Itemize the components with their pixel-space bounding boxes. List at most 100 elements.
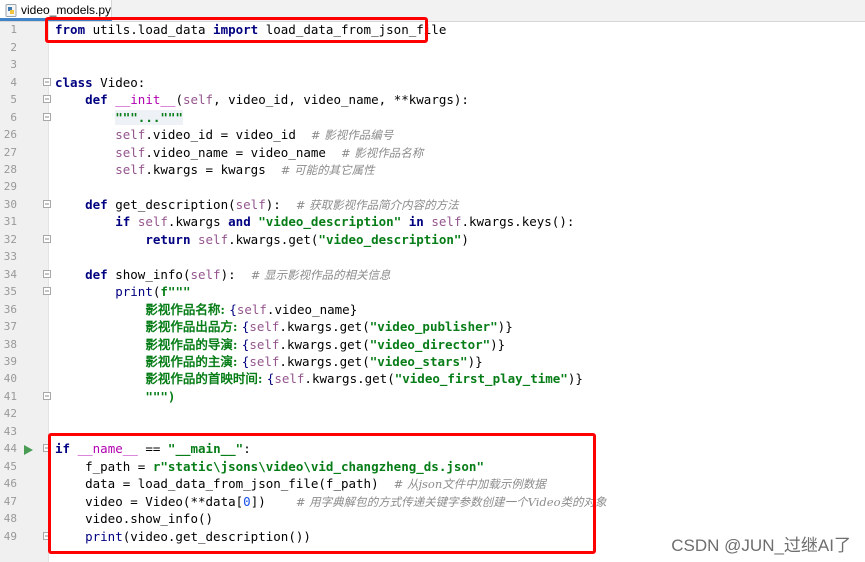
line-number: 4 [10,76,17,89]
line-number: 34 [3,268,17,281]
line-number: 32 [3,233,17,246]
run-icon[interactable] [24,445,33,455]
line-number: 42 [3,407,17,420]
code-token: .kwargs [167,214,229,229]
code-token: Video: [92,75,146,90]
code-token: and [228,214,251,229]
main-block-highlight-box [48,433,596,554]
code-line: def __init__(self, video_id, video_name,… [55,91,469,108]
line-number: 28 [3,163,17,176]
code-token: .video_id = video_id [145,127,311,142]
import-highlight-box [45,17,428,43]
code-token: print [115,284,153,299]
code-token: 影视作品名称: [145,302,230,317]
code-token: { [229,302,237,317]
fold-marker-icon[interactable] [43,270,51,278]
fold-marker-icon[interactable] [43,235,51,243]
fold-marker-icon[interactable] [43,200,51,208]
code-token: if [115,214,131,229]
code-token: "video_description" [258,214,402,229]
code-token: self [182,92,214,107]
line-number: 47 [3,495,17,508]
code-token: ( [175,92,183,107]
code-token: self [274,371,305,386]
folded-docstring[interactable]: """...""" [115,110,183,125]
code-token: self [235,197,266,212]
code-line: 影视作品的主演: {self.kwargs.get("video_stars")… [55,353,482,370]
code-line: print(f""" [55,283,191,300]
code-line: self.video_id = video_id # 影视作品编号 [55,126,393,144]
line-number: 40 [3,372,17,385]
code-token: .kwargs.get( [279,337,370,352]
fold-marker-icon[interactable] [43,95,51,103]
line-number: 41 [3,390,17,403]
line-number: 33 [3,250,17,263]
code-token: self [137,214,168,229]
line-number: 26 [3,128,17,141]
line-number: 48 [3,512,17,525]
line-number: 5 [10,93,17,106]
code-token: "video_stars" [369,354,468,369]
code-token: self [249,337,280,352]
file-tab-label: video_models.py [21,3,112,17]
code-comment: # 获取影视作品简介内容的方法 [295,198,459,212]
code-token: self [249,354,280,369]
line-number: 44 [3,442,17,455]
code-token: in [408,214,424,229]
code-line: """...""" [55,109,183,126]
line-number: 45 [3,460,17,473]
line-number: 38 [3,338,17,351]
code-token: 影视作品的主演: [145,354,242,369]
code-token: show_info( [107,267,191,282]
code-line: self.kwargs = kwargs # 可能的其它属性 [55,161,374,179]
code-token: def [85,92,108,107]
code-token: f""" [160,284,191,299]
code-token: 影视作品出品方: [145,319,242,334]
code-token: )} [490,337,506,352]
code-token: .kwargs.get( [279,319,370,334]
fold-marker-icon[interactable] [43,113,51,121]
code-token: 影视作品的导演: [145,337,242,352]
code-token: "video_publisher" [369,319,498,334]
code-token: ): [220,267,251,282]
code-token: """) [145,389,176,404]
code-line: def get_description(self): # 获取影视作品简介内容的… [55,196,459,214]
fold-marker-icon[interactable] [43,392,51,400]
code-token: self [236,302,267,317]
code-token: self [190,267,221,282]
line-number: 6 [10,111,17,124]
line-number: 35 [3,285,17,298]
fold-marker-icon[interactable] [43,287,51,295]
code-token: self [198,232,229,247]
code-token: "video_description" [318,232,462,247]
code-token: self [249,319,280,334]
line-number: 29 [3,180,17,193]
line-number: 1 [10,23,17,36]
code-line: class Video: [55,74,145,91]
code-line: 影视作品的首映时间: {self.kwargs.get("video_first… [55,370,583,387]
line-number: 49 [3,530,17,543]
code-token: .video_name = video_name [145,145,341,160]
code-line: def show_info(self): # 显示影视作品的相关信息 [55,266,390,284]
code-comment: # 影视作品编号 [310,128,394,142]
code-line: """) [55,388,175,405]
line-number: 36 [3,303,17,316]
code-token: 影视作品的首映时间: [145,371,267,386]
code-line: if self.kwargs and "video_description" i… [55,213,574,230]
code-token: get_description( [107,197,236,212]
code-token: .kwargs.get( [228,232,319,247]
line-number: 37 [3,320,17,333]
code-token: self [115,127,146,142]
fold-marker-icon[interactable] [43,78,51,86]
code-token: ) [461,232,469,247]
line-number: 43 [3,425,17,438]
